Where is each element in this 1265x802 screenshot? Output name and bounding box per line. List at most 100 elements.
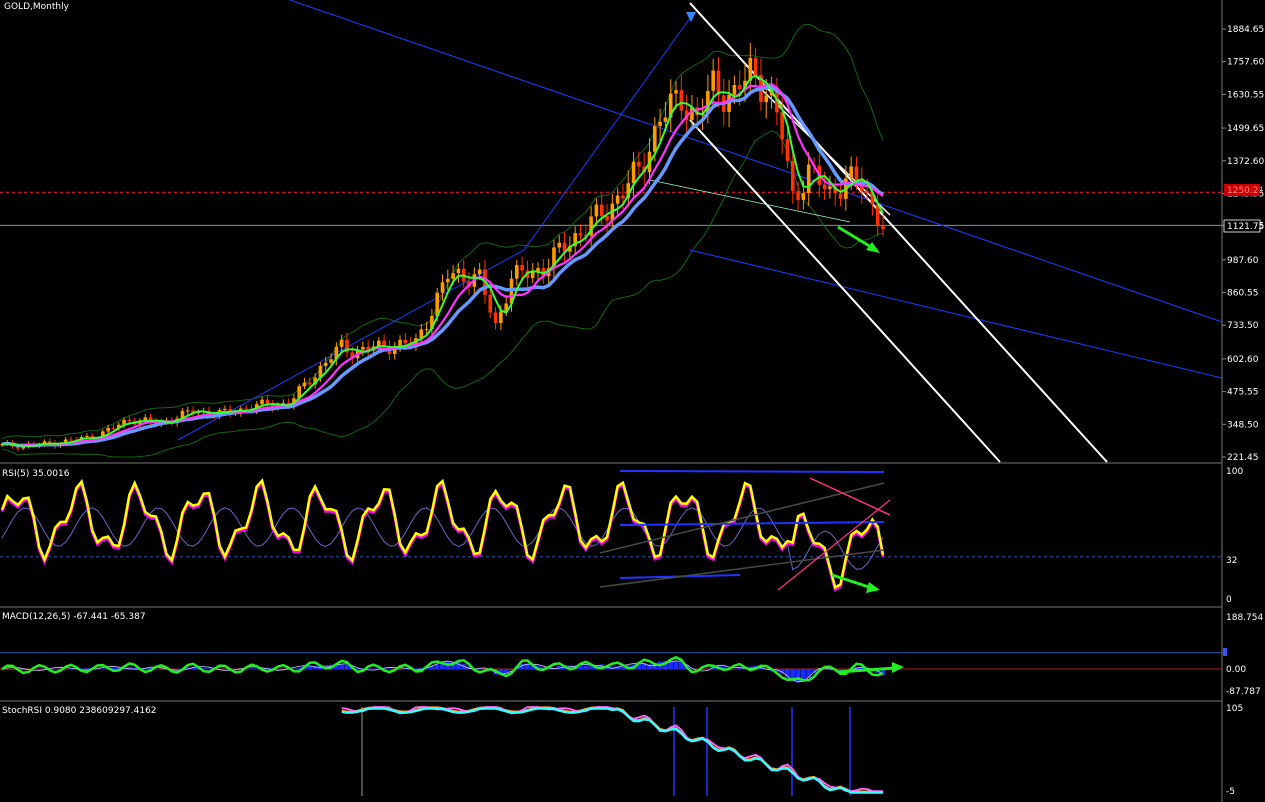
candle-body [615,195,620,204]
macd-hist-bar [158,669,164,670]
stochrsi-title: StochRSI 0.9080 238609297.4162 [2,706,157,716]
candle-body [323,362,328,366]
red-level-box: 1250.21 [1224,184,1264,196]
macd-hist-bar [100,668,106,670]
macd-panel: MACD(12,26,5) -67.441 -65.387 188.754 0.… [0,612,1263,697]
candle-body [801,193,806,200]
moving-averages [1,74,885,448]
price-tick-label: 860.55 [1227,289,1259,299]
chart-canvas: GOLD,Monthly 1884.65 1757.60 1630.55 1499.6… [0,0,1264,802]
candle-body [594,204,599,217]
candle-body [780,112,784,140]
candle-body [822,184,827,190]
candle-body [637,161,641,167]
price-axis: 1884.651757.601630.551499.651372.601245.… [1222,25,1264,463]
candle-body [674,90,678,94]
price-tick-label: 475.55 [1227,388,1259,398]
candle-body [127,420,132,422]
candle-body [599,204,604,217]
candle-body [536,268,540,271]
macd-hist-bar [174,668,180,670]
candle-body [69,439,73,441]
candle-body [329,359,333,363]
macd-hist-bar [673,660,679,669]
candle-body [339,339,344,347]
ma-slow [1,85,885,448]
macd-hist-bar [434,664,440,669]
macd-axis-top: 188.754 [1226,613,1263,623]
candle-body [185,410,190,412]
candle-body [652,126,657,152]
candles [0,42,885,451]
candle-body [424,329,429,331]
trendline-1 [689,249,1223,379]
macd-hist-bar [84,668,90,670]
macd-hist-bar [806,669,812,678]
macd-hist-bar [731,668,737,670]
rsi-arrow-head [866,582,880,593]
ma-fast [1,74,884,448]
candle-body [515,265,519,279]
rsi-trendline-0 [619,470,885,473]
candle-body [849,166,853,179]
macd-hist-bar [371,668,376,670]
candle-body [223,409,227,411]
rsi-trendline-1 [619,521,885,526]
macd-hist-bar [387,668,392,670]
candle-body [106,427,110,432]
candle-body [499,311,503,323]
trendlines [177,0,1223,463]
rsi-title: RSI(5) 35.0016 [2,469,70,479]
candle-body [244,408,248,410]
candle-body [806,164,811,194]
candle-body [451,273,455,279]
candle-body [854,166,859,181]
macd-hist-bar [249,668,254,670]
macd-axis-marker [1223,648,1227,656]
candle-body [711,70,715,91]
window-title: GOLD,Monthly [4,2,70,12]
red-level-label: 1250.21 [1227,186,1264,196]
candle-body [361,346,365,350]
price-tick-label: 733.50 [1227,321,1259,331]
candle-body [308,382,312,385]
price-panel: GOLD,Monthly 1884.65 1757.60 1630.55 1499.6… [0,0,1264,463]
rsi-axis-0: 0 [1226,595,1232,605]
macd-hist-bar [206,668,212,670]
macd-axis-zero: 0.00 [1226,665,1246,675]
stochrsi-signal-line [341,706,883,793]
candle-body [488,294,493,313]
macd-arrow-head [892,662,904,673]
trendline-4 [689,2,1108,463]
macd-axis-bottom: -87.787 [1226,687,1261,697]
stochrsi-axis-bottom: -5 [1226,787,1235,797]
candle-body [737,85,742,90]
rsi-axis-32: 32 [1226,556,1237,566]
current-price-box: 1121.75 [1223,219,1264,233]
stochrsi-lines [341,706,883,796]
candle-body [440,282,445,293]
stochrsi-panel: StochRSI 0.9080 238609297.4162 105 -5 [2,704,1243,797]
rsi-signal-line [1,507,884,571]
candle-body [85,436,89,438]
panel-separators [0,0,1223,802]
candle-body [679,90,684,111]
stochrsi-axis-top: 105 [1226,704,1243,714]
candle-body [865,190,869,193]
candle-body [302,382,307,387]
rsi-shadow-line [0,479,885,592]
macd-title: MACD(12,26,5) -67.441 -65.387 [2,612,146,622]
macd-hist-bar [10,669,16,670]
rsi-lines [0,470,1222,593]
macd-hist-bar [339,664,345,669]
candle-body [605,216,609,221]
price-tick-label: 1372.60 [1227,157,1264,167]
price-tick-label: 987.60 [1227,256,1259,266]
candle-body [456,268,461,274]
candle-body [663,117,668,122]
candle-body [403,339,408,344]
candle-body [828,186,832,190]
top-marker-arrow [686,12,696,22]
price-tick-label: 1884.65 [1227,25,1264,35]
candle-body [732,85,737,95]
